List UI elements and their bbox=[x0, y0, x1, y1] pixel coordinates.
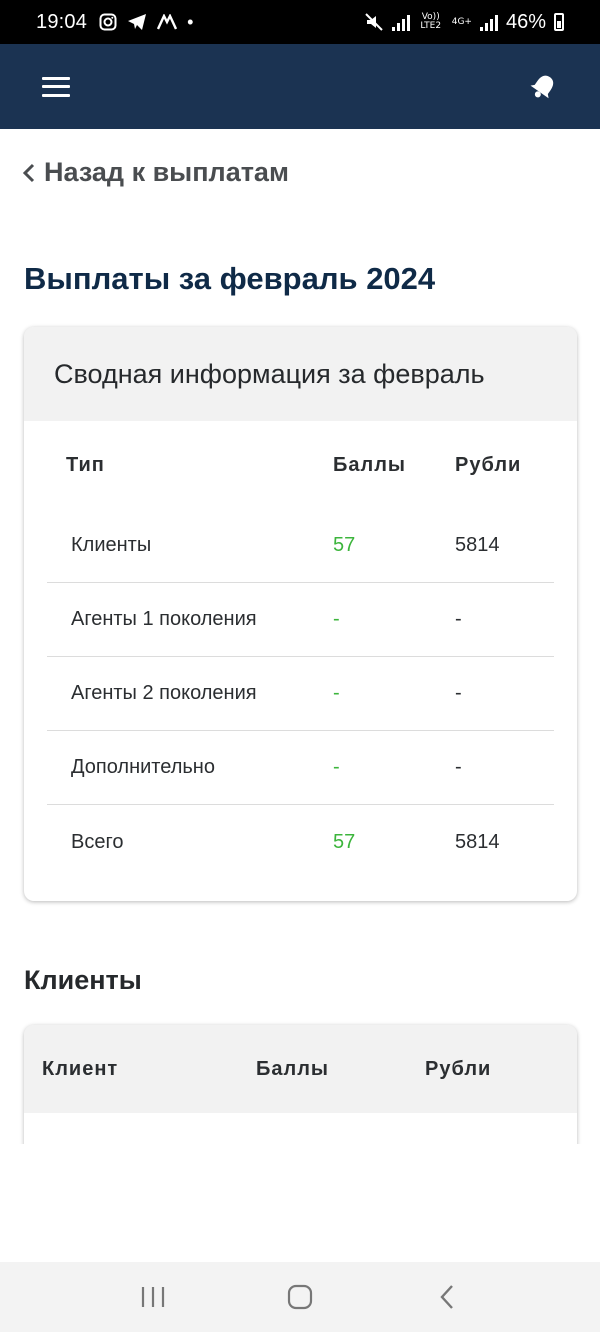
back-icon bbox=[440, 1285, 453, 1309]
table-row: Клиенты 57 5814 bbox=[47, 509, 554, 583]
clients-table-header: Клиент Баллы Рубли bbox=[24, 1025, 577, 1113]
clients-section-title: Клиенты bbox=[24, 965, 142, 995]
battery-icon bbox=[554, 13, 564, 31]
signal-icon-2 bbox=[479, 13, 498, 31]
column-header-rubles: Рубли bbox=[425, 1057, 492, 1080]
summary-table-body: Клиенты 57 5814 Агенты 1 поколения - - А… bbox=[24, 509, 577, 879]
summary-card: Сводная информация за февраль Тип Баллы … bbox=[24, 327, 577, 901]
signal-icon bbox=[391, 13, 410, 31]
home-button[interactable] bbox=[280, 1277, 320, 1317]
app-header bbox=[0, 44, 600, 129]
bell-icon[interactable] bbox=[528, 72, 558, 102]
status-time: 19:04 bbox=[36, 10, 88, 33]
row-points: - bbox=[333, 756, 340, 778]
hamburger-menu-icon[interactable] bbox=[42, 76, 70, 97]
back-button[interactable] bbox=[427, 1277, 467, 1317]
notification-dot: • bbox=[187, 11, 194, 32]
back-to-payouts-link[interactable]: Назад к выплатам bbox=[22, 157, 289, 188]
network-label: 4G+ bbox=[451, 16, 472, 27]
table-row: Агенты 2 поколения - - bbox=[47, 657, 554, 731]
row-rubles: 5814 bbox=[455, 534, 500, 556]
row-type: Агенты 1 поколения bbox=[71, 608, 257, 630]
row-type: Клиенты bbox=[71, 534, 152, 556]
table-row-total: Всего 57 5814 bbox=[47, 805, 554, 879]
row-type: Всего bbox=[71, 830, 124, 853]
table-row: Агенты 1 поколения - - bbox=[47, 583, 554, 657]
recent-apps-icon bbox=[142, 1287, 165, 1307]
row-rubles: - bbox=[455, 756, 462, 778]
row-points: 57 bbox=[333, 534, 356, 556]
column-header-points: Баллы bbox=[333, 453, 406, 476]
battery-percent: 46% bbox=[505, 10, 546, 33]
column-header-client: Клиент bbox=[42, 1057, 119, 1080]
row-points: - bbox=[333, 682, 340, 704]
volte-label: Vo)) LTE2 bbox=[420, 12, 442, 31]
summary-table-header: Тип Баллы Рубли bbox=[24, 421, 577, 509]
table-row: Дополнительно - - bbox=[47, 731, 554, 805]
home-icon bbox=[287, 1284, 313, 1310]
app-notification-icon bbox=[157, 14, 178, 30]
back-link-label: Назад к выплатам bbox=[44, 157, 289, 187]
chevron-left-icon bbox=[22, 163, 35, 182]
row-type: Агенты 2 поколения bbox=[71, 682, 257, 704]
content-area: Назад к выплатам Выплаты за февраль 2024… bbox=[0, 129, 600, 1144]
clients-card: Клиент Баллы Рубли bbox=[24, 1025, 577, 1144]
status-bar: 19:04 • Vo)) LTE2 4G+ 46% bbox=[0, 0, 600, 44]
mute-icon bbox=[365, 13, 383, 31]
row-rubles: - bbox=[455, 608, 462, 630]
row-type: Дополнительно bbox=[71, 756, 215, 778]
row-rubles: 5814 bbox=[455, 830, 500, 853]
row-rubles: - bbox=[455, 682, 462, 704]
row-points: - bbox=[333, 608, 340, 630]
column-header-type: Тип bbox=[66, 453, 105, 476]
row-points: 57 bbox=[333, 830, 356, 853]
recent-apps-button[interactable] bbox=[133, 1277, 173, 1317]
telegram-icon bbox=[128, 14, 147, 30]
column-header-rubles: Рубли bbox=[455, 453, 522, 476]
summary-card-title: Сводная информация за февраль bbox=[24, 327, 577, 421]
system-nav-bar bbox=[0, 1262, 600, 1332]
page-title: Выплаты за февраль 2024 bbox=[24, 261, 436, 296]
instagram-icon bbox=[99, 13, 117, 31]
column-header-points: Баллы bbox=[256, 1057, 329, 1080]
